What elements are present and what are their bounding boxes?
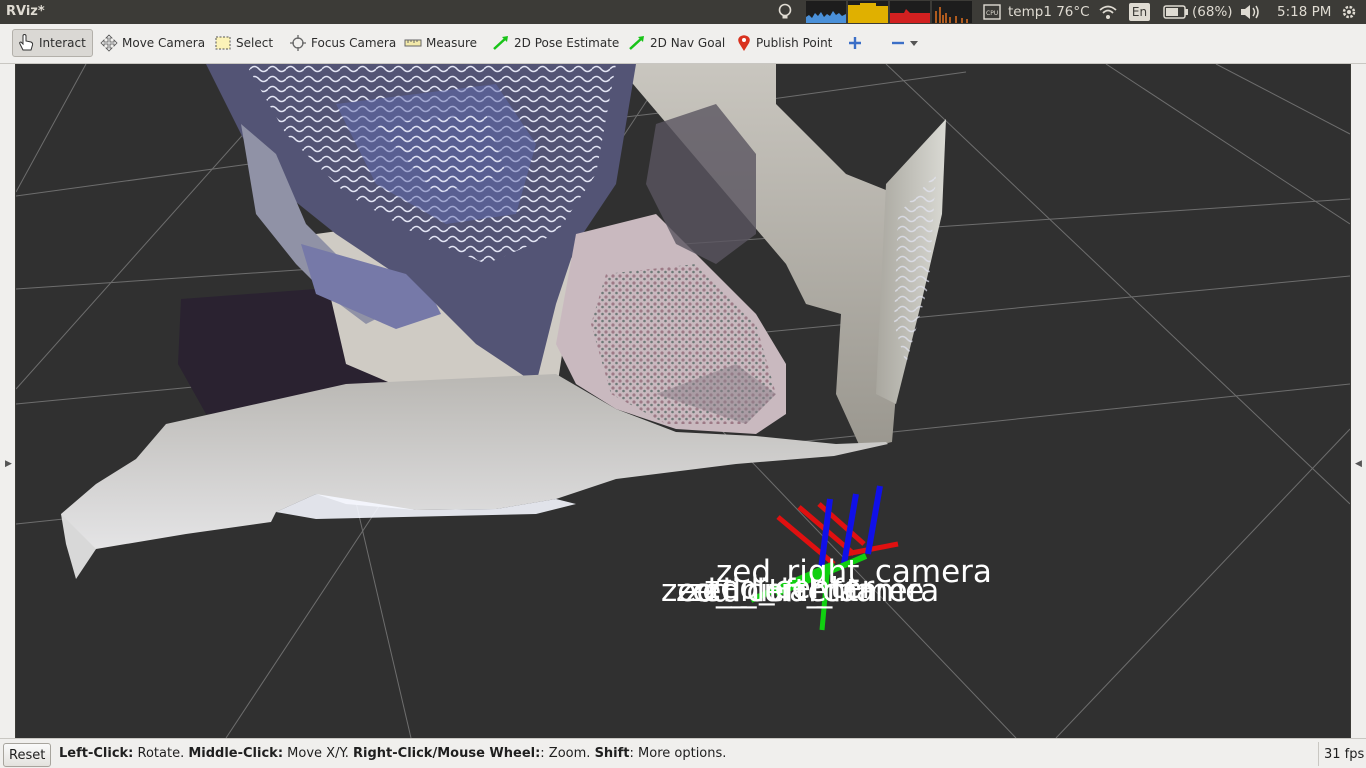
keyboard-layout-indicator[interactable]: En — [1129, 3, 1150, 21]
interact-tool-button[interactable]: Interact — [12, 29, 93, 57]
pose-estimate-label: 2D Pose Estimate — [514, 36, 620, 50]
publish-point-tool-button[interactable]: Publish Point — [732, 29, 836, 57]
hint-key: Left-Click: — [59, 746, 134, 761]
green-arrow-icon — [629, 36, 644, 50]
expand-right-arrow-icon[interactable]: ◀ — [1355, 459, 1362, 469]
mouse-hint-text: Left-Click: Rotate. Middle-Click: Move X… — [59, 746, 726, 761]
hint-text: Move X/Y. — [283, 746, 354, 761]
hint-key: Right-Click/Mouse Wheel: — [353, 746, 541, 761]
volume-icon[interactable] — [1239, 4, 1261, 20]
scene-canvas[interactable]: zed_right_camera zed_center zed_left_cam… — [16, 64, 1350, 738]
move-camera-tool-button[interactable]: Move Camera — [96, 29, 209, 57]
expand-left-arrow-icon[interactable]: ▶ — [5, 459, 12, 469]
cpu-temp-icon: CPU — [983, 4, 1001, 20]
render-viewport[interactable]: zed_right_camera zed_center zed_left_cam… — [16, 64, 1350, 738]
clock[interactable]: 5:18 PM — [1277, 0, 1331, 24]
temperature-readout[interactable]: temp1 76°C — [1008, 0, 1090, 24]
hint-key: Middle-Click: — [188, 746, 284, 761]
green-arrow-icon — [493, 36, 508, 50]
right-dock-handle[interactable]: ◀ — [1351, 64, 1366, 738]
minus-icon — [892, 41, 904, 45]
hint-text: : More options. — [629, 746, 727, 761]
z-axis-line — [865, 485, 883, 555]
network-graph[interactable] — [890, 1, 930, 23]
move-camera-icon — [100, 34, 118, 52]
point-cloud — [61, 64, 946, 579]
add-tool-button[interactable] — [843, 29, 867, 57]
cpu-graph[interactable] — [806, 1, 846, 23]
frame-label: zed_initial_frame — [661, 573, 924, 609]
pose-estimate-tool-button[interactable]: 2D Pose Estimate — [488, 29, 623, 57]
status-bar: Reset Left-Click: Rotate. Middle-Click: … — [0, 738, 1366, 768]
nav-goal-label: 2D Nav Goal — [650, 36, 726, 50]
focus-camera-label: Focus Camera — [311, 36, 397, 50]
tf-frame-labels: zed_right_camera zed_center zed_left_cam… — [661, 554, 992, 609]
publish-point-label: Publish Point — [756, 36, 833, 50]
focus-camera-icon — [290, 35, 306, 51]
hint-text: : Zoom. — [540, 746, 595, 761]
hand-pointer-icon — [19, 34, 34, 51]
left-dock-handle[interactable]: ▶ — [0, 64, 15, 738]
fps-readout: 31 fps — [1318, 742, 1366, 766]
select-label: Select — [236, 36, 274, 50]
disk-graph[interactable] — [932, 1, 972, 23]
measure-label: Measure — [426, 36, 477, 50]
battery-icon[interactable] — [1163, 5, 1189, 19]
interact-label: Interact — [39, 36, 86, 50]
plus-icon — [849, 37, 861, 49]
focus-camera-tool-button[interactable]: Focus Camera — [285, 29, 400, 57]
tool-toolbar: Interact Move Camera Select Focus Camera… — [0, 24, 1366, 64]
window-title: RViz* — [6, 4, 45, 19]
select-icon — [215, 36, 231, 50]
chevron-down-icon — [910, 41, 918, 46]
measure-tool-button[interactable]: Measure — [400, 29, 481, 57]
lightbulb-icon[interactable] — [777, 3, 793, 21]
memory-graph[interactable] — [848, 1, 888, 23]
move-camera-label: Move Camera — [122, 36, 206, 50]
remove-tool-button[interactable] — [886, 29, 922, 57]
hint-key: Shift — [594, 746, 630, 761]
select-tool-button[interactable]: Select — [210, 29, 277, 57]
gear-icon[interactable] — [1340, 3, 1358, 21]
hint-text: Rotate. — [133, 746, 189, 761]
battery-percentage[interactable]: (68%) — [1192, 0, 1233, 24]
nav-goal-tool-button[interactable]: 2D Nav Goal — [624, 29, 729, 57]
top-panel: RViz* CPU temp1 76°C En (68%) 5:18 PM — [0, 0, 1366, 24]
ruler-icon — [404, 39, 422, 47]
map-pin-icon — [738, 35, 750, 51]
reset-button[interactable]: Reset — [3, 743, 52, 767]
svg-text:CPU: CPU — [986, 10, 998, 17]
wifi-icon[interactable] — [1098, 4, 1118, 20]
